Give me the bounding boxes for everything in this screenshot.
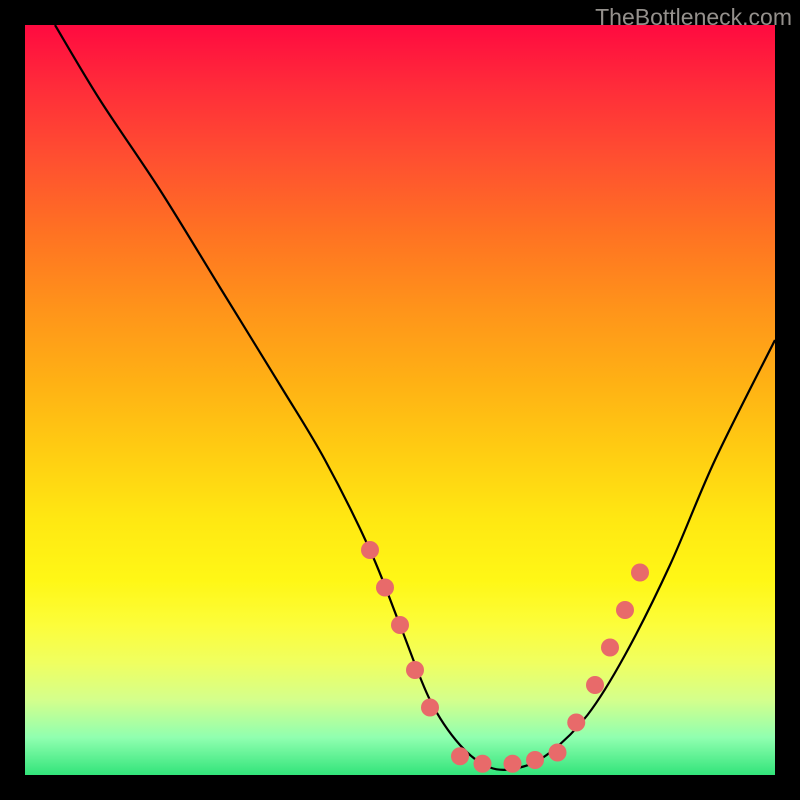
highlight-dot <box>391 616 409 634</box>
highlight-dot <box>474 755 492 773</box>
highlight-dot <box>567 714 585 732</box>
highlight-dot <box>406 661 424 679</box>
highlight-dot <box>376 579 394 597</box>
highlight-dot <box>586 676 604 694</box>
highlight-dot <box>526 751 544 769</box>
highlight-dot <box>601 639 619 657</box>
watermark-text: TheBottleneck.com <box>595 4 792 31</box>
highlight-dot <box>421 699 439 717</box>
highlight-dots-group <box>361 541 649 773</box>
highlight-dot <box>616 601 634 619</box>
bottleneck-curve <box>55 25 775 770</box>
highlight-dot <box>451 747 469 765</box>
highlight-dot <box>549 744 567 762</box>
plot-area <box>25 25 775 775</box>
highlight-dot <box>361 541 379 559</box>
chart-frame: TheBottleneck.com <box>0 0 800 800</box>
highlight-dot <box>504 755 522 773</box>
chart-svg <box>25 25 775 775</box>
highlight-dot <box>631 564 649 582</box>
